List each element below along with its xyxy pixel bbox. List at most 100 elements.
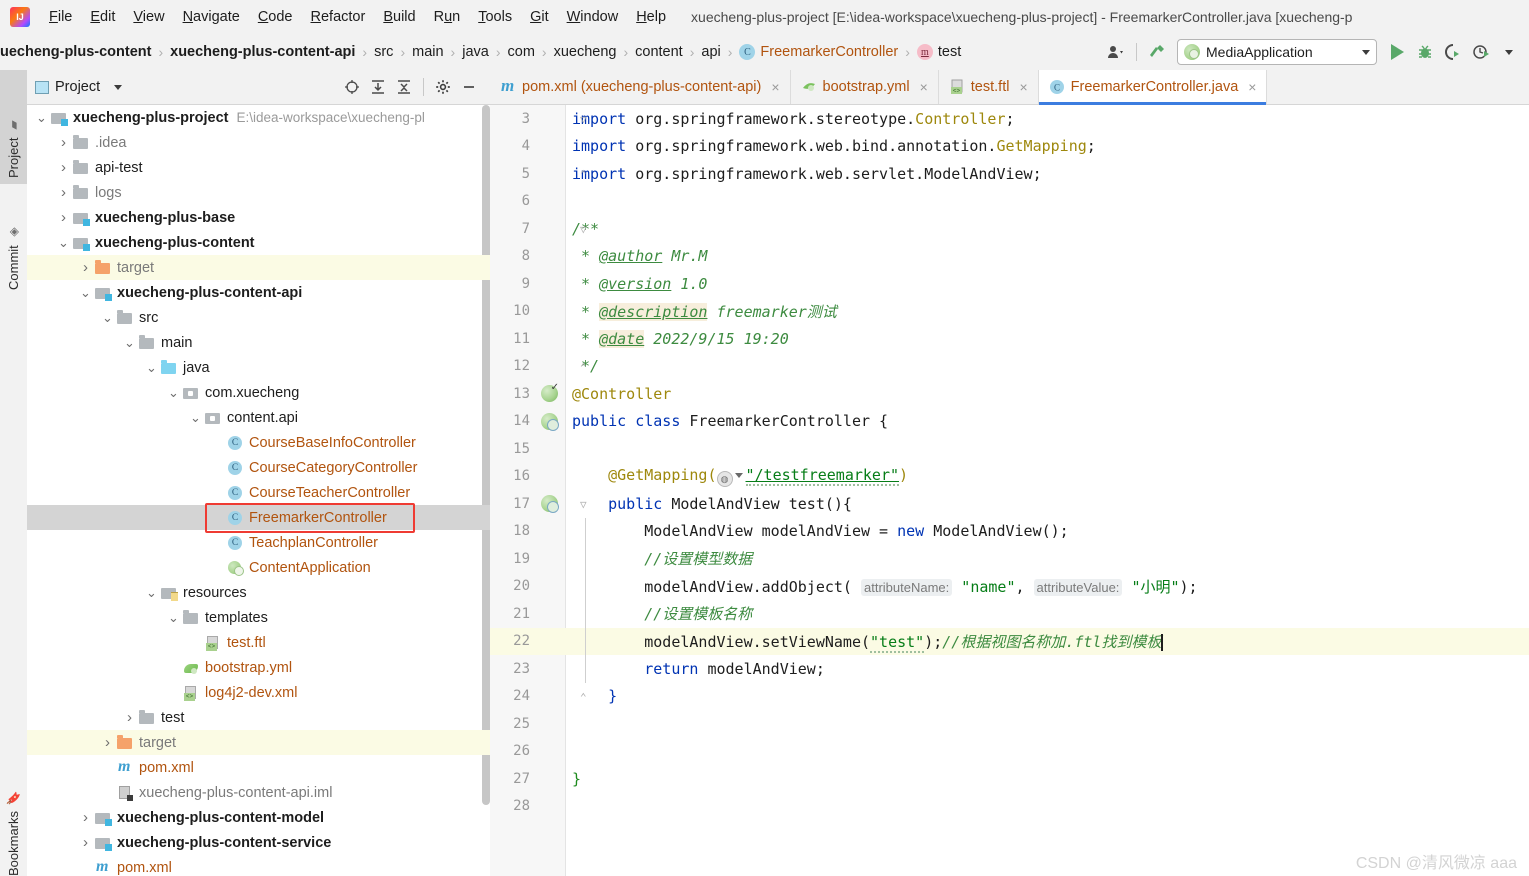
tree-row[interactable]: ⌄ xuecheng-plus-content-api (27, 280, 490, 305)
chevron-right-icon[interactable]: › (101, 734, 114, 751)
gutter-marker[interactable] (536, 600, 586, 628)
tree-row[interactable]: ⌄ java (27, 355, 490, 380)
chevron-down-icon[interactable]: ⌄ (101, 310, 114, 325)
gutter-marker[interactable] (536, 435, 565, 463)
chevron-right-icon[interactable]: › (79, 809, 92, 826)
gutter-marker[interactable] (536, 298, 565, 326)
tree-row[interactable]: log4j2-dev.xml (27, 680, 490, 705)
tree-row[interactable]: ⌄ xuecheng-plus-content (27, 230, 490, 255)
fold-icon[interactable]: ⌃ (580, 168, 591, 181)
menu-edit[interactable]: Edit (81, 6, 124, 28)
breadcrumb-item-10[interactable]: m test (916, 44, 961, 60)
tree-row[interactable]: TeachplanController (27, 530, 490, 555)
chevron-right-icon[interactable]: › (57, 184, 70, 201)
tree-row[interactable]: ⌄ com.xuecheng (27, 380, 490, 405)
tree-row[interactable]: FreemarkerController (27, 505, 490, 530)
tree-row[interactable]: pom.xml (27, 755, 490, 780)
tree-row[interactable]: › .idea (27, 130, 490, 155)
tree-row[interactable]: ⌄ templates (27, 605, 490, 630)
chevron-right-icon[interactable]: › (57, 134, 70, 151)
tool-tab-bookmarks[interactable]: Bookmarks 🔖 (0, 740, 27, 876)
breadcrumb-item-3[interactable]: main (412, 44, 443, 60)
tree-row[interactable]: ⌄ src (27, 305, 490, 330)
close-icon[interactable]: × (920, 79, 928, 95)
tree-row[interactable]: › xuecheng-plus-content-service (27, 830, 490, 855)
tree-row[interactable]: ⌄ main (27, 330, 490, 355)
menu-help[interactable]: Help (627, 6, 675, 28)
tree-row[interactable]: CourseBaseInfoController (27, 430, 490, 455)
gutter-marker[interactable] (536, 408, 565, 436)
tool-tab-commit[interactable]: Commit ◈ (0, 180, 27, 296)
chevron-right-icon[interactable]: › (79, 834, 92, 851)
breadcrumb-item-7[interactable]: content (635, 44, 683, 60)
breadcrumb-item-0[interactable]: uecheng-plus-content (0, 44, 151, 60)
menu-file[interactable]: File (40, 6, 81, 28)
gutter-marker[interactable] (536, 710, 565, 738)
chevron-down-icon[interactable]: ⌄ (57, 235, 70, 250)
project-tree[interactable]: ⌄ xuecheng-plus-project E:\idea-workspace\… (27, 105, 490, 876)
chevron-down-icon[interactable]: ⌄ (189, 410, 202, 425)
chevron-down-icon[interactable]: ⌄ (79, 285, 92, 300)
gutter-marker[interactable]: ▽ (536, 215, 587, 243)
fold-icon[interactable]: ▽ (580, 498, 591, 511)
tree-row[interactable]: › test (27, 705, 490, 730)
collapse-all-icon[interactable] (391, 75, 417, 99)
editor-tab-test-ftl[interactable]: <> test.ftl × (938, 70, 1039, 104)
tree-row[interactable]: › target (27, 255, 490, 280)
breadcrumb-item-5[interactable]: com (508, 44, 535, 60)
editor-tab-freemarker-controller[interactable]: C FreemarkerController.java × (1038, 70, 1268, 105)
tree-row[interactable]: ⌄ content.api (27, 405, 490, 430)
tree-row[interactable]: ⌄ resources (27, 580, 490, 605)
chevron-right-icon[interactable]: › (123, 709, 136, 726)
fold-icon[interactable]: ⌃ (580, 361, 591, 374)
menu-refactor[interactable]: Refactor (302, 6, 375, 28)
gutter-marker[interactable] (536, 517, 586, 545)
web-mapping-icon[interactable]: ◍ (716, 471, 733, 487)
breadcrumb-item-6[interactable]: xuecheng (554, 44, 617, 60)
breadcrumb-item-4[interactable]: java (462, 44, 489, 60)
gutter-marker[interactable] (536, 188, 565, 216)
tree-row[interactable]: › xuecheng-plus-content-model (27, 805, 490, 830)
run-configuration-selector[interactable]: MediaApplication (1177, 39, 1377, 65)
breadcrumb-item-2[interactable]: src (374, 44, 393, 60)
chevron-right-icon[interactable]: › (57, 159, 70, 176)
gutter-marker[interactable] (536, 572, 586, 600)
gutter-marker[interactable] (536, 133, 565, 161)
breadcrumb-item-1[interactable]: xuecheng-plus-content-api (170, 44, 355, 60)
gutter-marker[interactable]: ⌃ (536, 683, 587, 711)
chevron-right-icon[interactable]: › (79, 259, 92, 276)
chevron-down-icon[interactable]: ⌄ (145, 360, 158, 375)
chevron-down-icon[interactable]: ⌄ (145, 585, 158, 600)
tree-row[interactable]: xuecheng-plus-content-api.iml (27, 780, 490, 805)
menu-tools[interactable]: Tools (469, 6, 521, 28)
editor-tab-pom-xml[interactable]: m pom.xml (xuecheng-plus-content-api) × (490, 70, 791, 104)
tree-row[interactable]: CourseTeacherController (27, 480, 490, 505)
fold-icon[interactable]: ▽ (580, 223, 591, 236)
run-with-coverage-icon[interactable] (1439, 39, 1467, 65)
gutter-marker[interactable] (536, 545, 586, 573)
spring-bean-icon[interactable] (541, 382, 559, 402)
chevron-down-icon[interactable]: ⌄ (123, 335, 136, 350)
spring-endpoint-icon[interactable] (541, 495, 559, 513)
tree-row[interactable]: › logs (27, 180, 490, 205)
fold-icon[interactable]: ⌃ (580, 691, 591, 704)
hide-panel-icon[interactable] (456, 75, 482, 99)
menu-git[interactable]: Git (521, 6, 558, 28)
gutter-marker[interactable] (536, 463, 565, 491)
chevron-down-icon[interactable]: ⌄ (167, 385, 180, 400)
gutter-marker[interactable] (536, 270, 565, 298)
menu-view[interactable]: View (124, 6, 173, 28)
tree-row[interactable]: › api-test (27, 155, 490, 180)
editor-tab-bootstrap-yml[interactable]: bootstrap.yml × (790, 70, 939, 104)
gutter-marker[interactable] (536, 627, 586, 655)
tree-row[interactable]: › xuecheng-plus-base (27, 205, 490, 230)
gutter-marker[interactable] (536, 325, 565, 353)
menu-navigate[interactable]: Navigate (174, 6, 249, 28)
gutter-marker[interactable] (536, 738, 565, 766)
chevron-down-icon[interactable]: ⌄ (35, 110, 48, 125)
gutter-marker[interactable]: ⌃ (536, 160, 587, 188)
gutter-marker[interactable]: ⌃ (536, 353, 587, 381)
chevron-right-icon[interactable]: › (57, 209, 70, 226)
gutter-marker[interactable] (536, 793, 565, 821)
tree-row[interactable]: ⌄ xuecheng-plus-project E:\idea-workspace\… (27, 105, 490, 130)
